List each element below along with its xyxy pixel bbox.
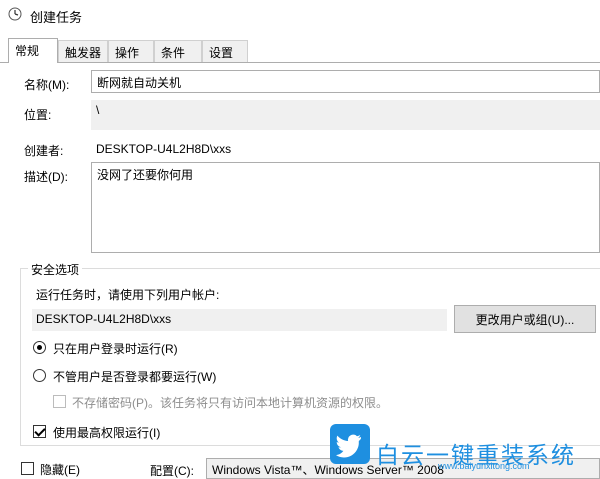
location-value: \ bbox=[91, 100, 600, 130]
config-label: 配置(C): bbox=[150, 464, 194, 478]
run-highest-privileges-label: 使用最高权限运行(I) bbox=[53, 426, 161, 440]
task-scheduler-icon bbox=[8, 7, 22, 21]
do-not-store-password-checkbox bbox=[53, 395, 66, 408]
name-label: 名称(M): bbox=[24, 78, 70, 92]
name-input[interactable]: 断网就自动关机 bbox=[91, 70, 600, 93]
tab-divider bbox=[0, 62, 600, 63]
tab-actions[interactable]: 操作 bbox=[108, 40, 154, 62]
run-only-logged-on-label: 只在用户登录时运行(R) bbox=[53, 342, 178, 356]
tab-general[interactable]: 常规 bbox=[8, 38, 58, 63]
author-label: 创建者: bbox=[24, 144, 64, 158]
window-title: 创建任务 bbox=[30, 10, 83, 25]
change-user-button[interactable]: 更改用户或组(U)... bbox=[454, 305, 596, 333]
run-whether-logged-on-label: 不管用户是否登录都要运行(W) bbox=[53, 370, 217, 384]
run-as-prompt: 运行任务时，请使用下列用户帐户: bbox=[36, 288, 220, 302]
description-textarea[interactable]: 没网了还要你何用 bbox=[91, 162, 600, 253]
tab-settings[interactable]: 设置 bbox=[202, 40, 248, 62]
security-options-legend: 安全选项 bbox=[28, 261, 83, 278]
hidden-label: 隐藏(E) bbox=[40, 463, 80, 477]
location-label: 位置: bbox=[24, 108, 52, 122]
description-label: 描述(D): bbox=[24, 170, 68, 184]
twitter-bird-icon bbox=[330, 424, 370, 464]
tab-triggers[interactable]: 触发器 bbox=[58, 40, 108, 62]
tab-conditions[interactable]: 条件 bbox=[154, 40, 202, 62]
do-not-store-password-label: 不存储密码(P)。该任务将只有访问本地计算机资源的权限。 bbox=[72, 396, 388, 410]
run-only-logged-on-radio[interactable] bbox=[33, 341, 46, 354]
hidden-checkbox[interactable] bbox=[21, 462, 34, 475]
author-value: DESKTOP-U4L2H8D\xxs bbox=[96, 142, 232, 156]
run-whether-logged-on-radio[interactable] bbox=[33, 369, 46, 382]
run-as-account: DESKTOP-U4L2H8D\xxs bbox=[32, 309, 447, 331]
watermark-url: www.baiyunxitong.com bbox=[438, 461, 530, 471]
run-highest-privileges-checkbox[interactable] bbox=[33, 425, 46, 438]
title-bar bbox=[0, 0, 600, 30]
